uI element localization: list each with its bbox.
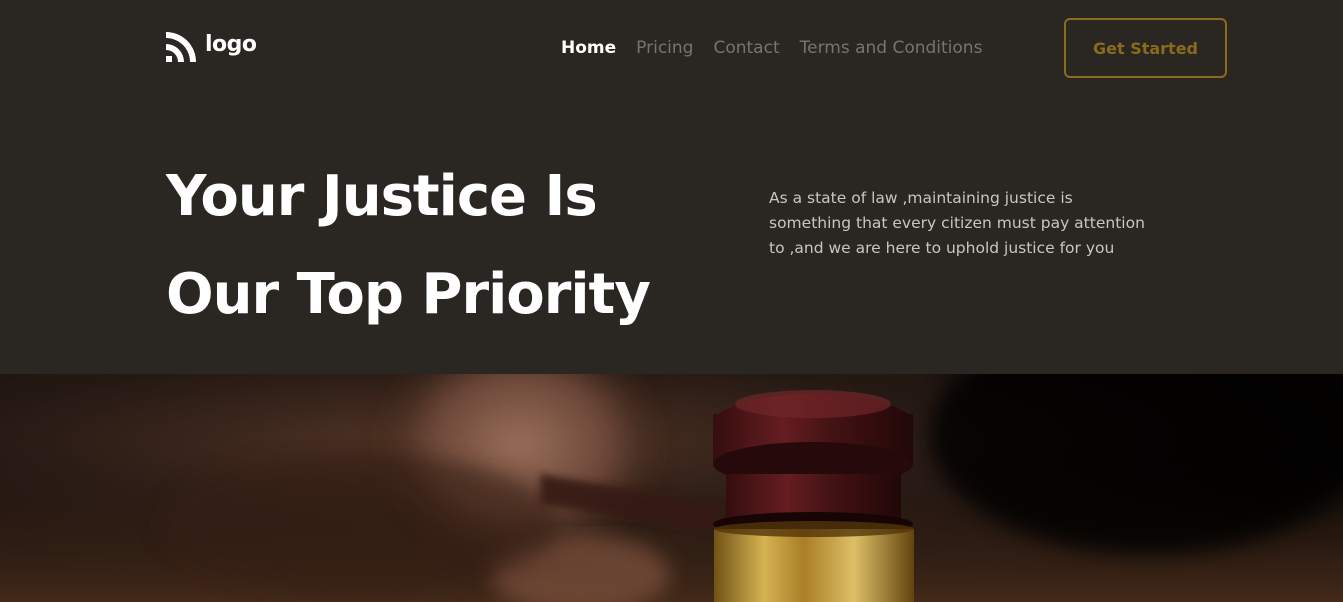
- logo-link[interactable]: logo: [165, 30, 257, 64]
- hero-title-line2: Our Top Priority: [166, 262, 651, 327]
- hero-title: Your Justice Is Our Top Priority: [166, 148, 726, 344]
- hero-description: As a state of law ,maintaining justice i…: [769, 189, 1145, 257]
- gavel-hero-image: [0, 374, 1343, 602]
- nav-pricing[interactable]: Pricing: [636, 36, 693, 60]
- logo-text: logo: [205, 32, 257, 57]
- hero-section: logo Home Pricing Contact Terms and Cond…: [0, 0, 1343, 374]
- nav-home[interactable]: Home: [561, 36, 616, 60]
- landing-page: logo Home Pricing Contact Terms and Cond…: [0, 0, 1343, 602]
- get-started-button[interactable]: Get Started: [1064, 18, 1227, 78]
- signal-arcs-icon: [166, 32, 196, 62]
- gavel-photo-illustration: [0, 374, 1343, 602]
- nav-terms[interactable]: Terms and Conditions: [800, 36, 983, 60]
- hero-title-line1: Your Justice Is: [166, 164, 598, 229]
- main-nav: Home Pricing Contact Terms and Condition…: [561, 36, 982, 60]
- nav-contact[interactable]: Contact: [713, 36, 779, 60]
